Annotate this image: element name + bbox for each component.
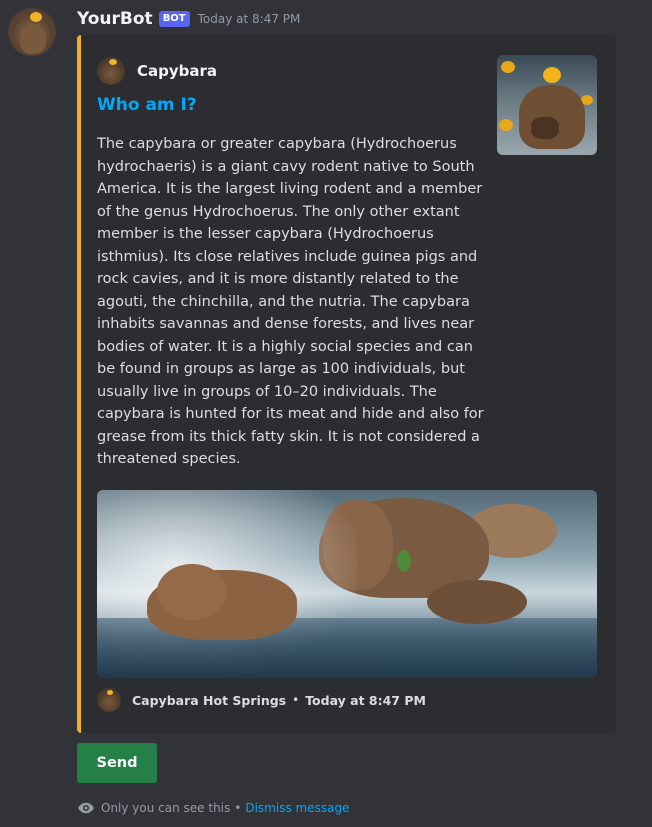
bot-username[interactable]: YourBot (77, 9, 153, 29)
embed-card: Capybara Who am I? The capybara or great… (77, 35, 616, 733)
embed-title: Who am I? (97, 95, 197, 115)
bot-badge: BOT (158, 11, 190, 27)
embed-author: Capybara (97, 57, 217, 85)
embed-image[interactable] (97, 490, 597, 678)
embed-description: The capybara or greater capybara (Hydroc… (97, 136, 484, 467)
embed-author-name: Capybara (137, 62, 218, 80)
thumbnail-citrus (499, 119, 513, 131)
bot-avatar[interactable] (8, 8, 56, 56)
footer-icon (97, 688, 121, 712)
author-icon (97, 57, 125, 85)
embed-footer-text: Capybara Hot Springs (132, 692, 287, 708)
embed-footer: Capybara Hot Springs • Today at 8:47 PM (97, 688, 426, 712)
eye-icon (78, 802, 94, 814)
capybara-front-right (427, 580, 527, 624)
ephemeral-notice: Only you can see this • Dismiss message (77, 799, 349, 817)
thumbnail-capybara-snout (531, 117, 559, 139)
thumbnail-orange-on-head (543, 67, 561, 83)
thumbnail-citrus (501, 61, 515, 73)
footer-separator: • (292, 693, 300, 707)
embed-footer-timestamp: Today at 8:47 PM (305, 692, 426, 708)
avatar-capybara-head (20, 24, 46, 54)
avatar-orange (30, 12, 42, 22)
send-button[interactable]: Send (77, 743, 157, 783)
capybara-left-head (157, 564, 227, 620)
ephemeral-separator: • (234, 801, 242, 815)
embed-thumbnail[interactable] (497, 55, 597, 155)
leaf (397, 550, 411, 572)
message-timestamp[interactable]: Today at 8:47 PM (198, 12, 301, 26)
dismiss-message-link[interactable]: Dismiss message (245, 801, 349, 815)
ephemeral-text: Only you can see this (101, 801, 231, 815)
message-header: YourBot BOT Today at 8:47 PM (77, 7, 300, 31)
